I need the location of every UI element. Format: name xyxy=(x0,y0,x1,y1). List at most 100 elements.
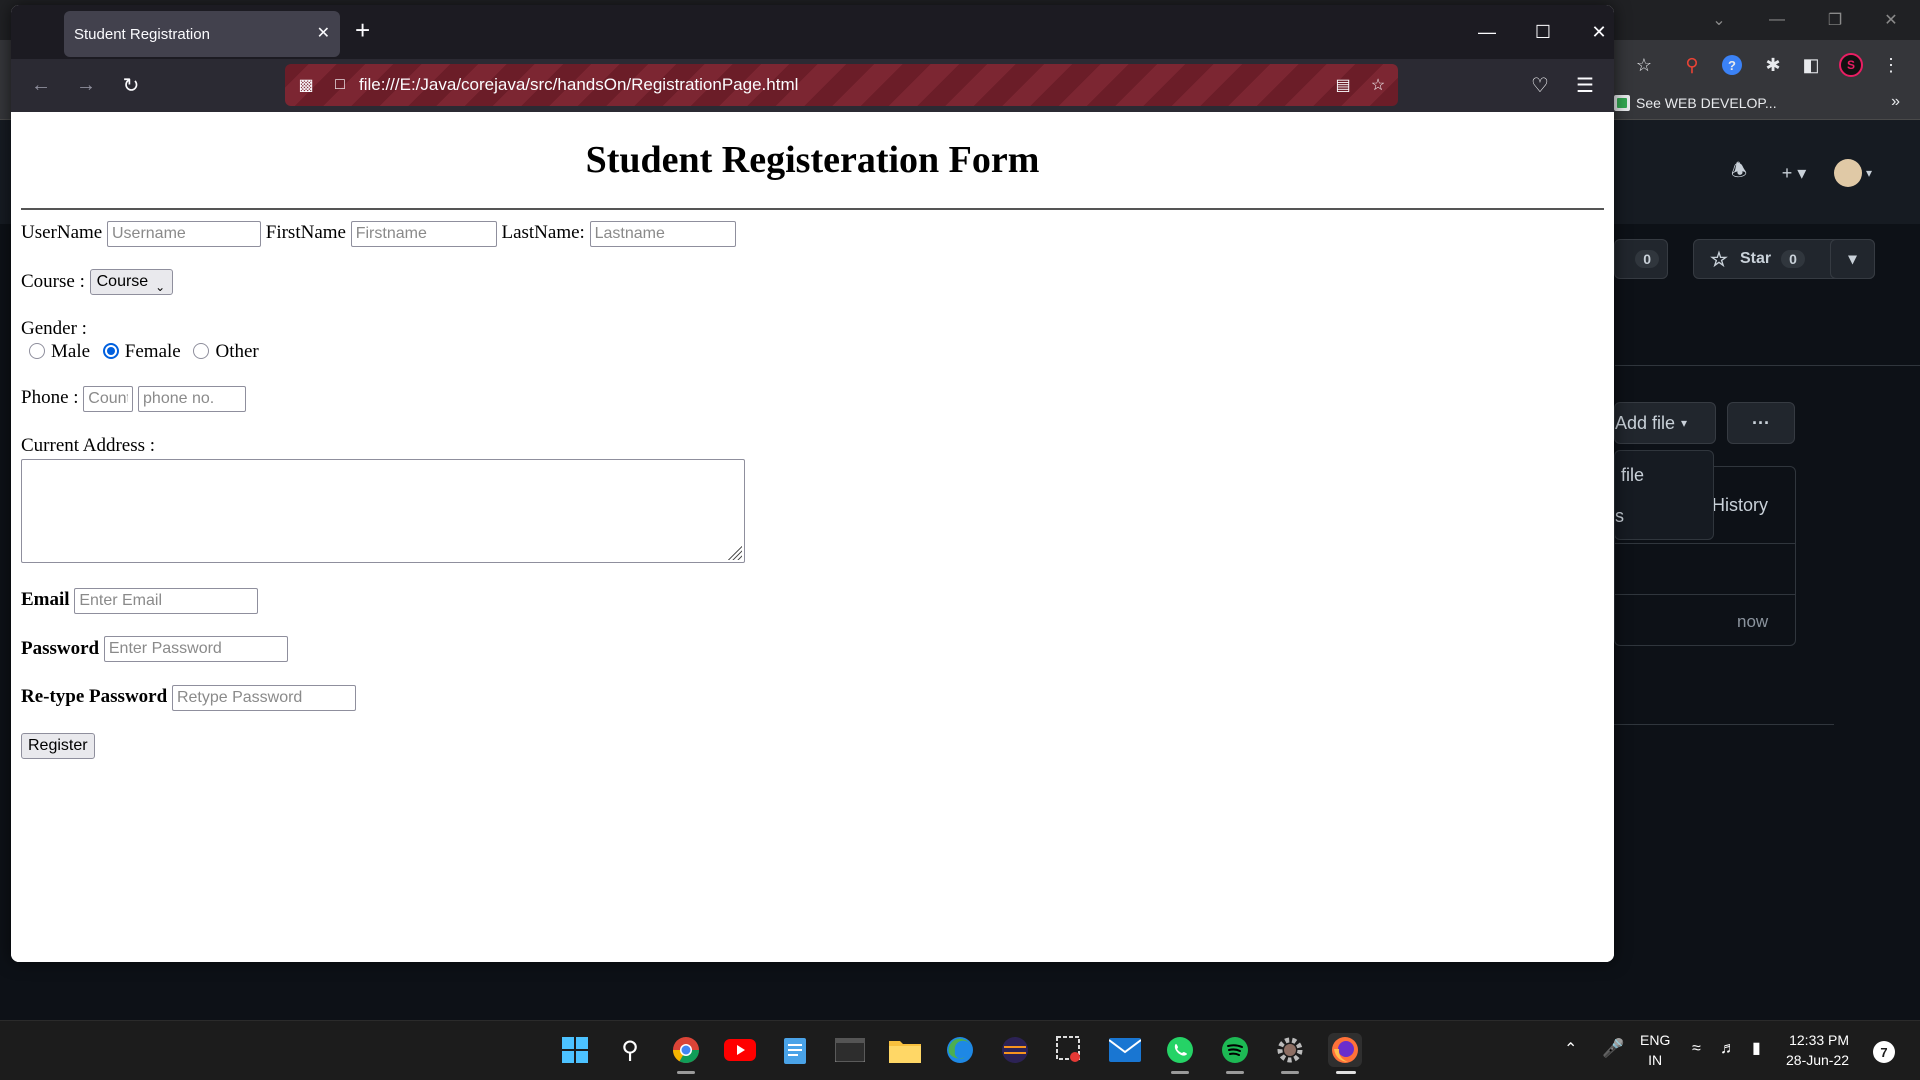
terminal-icon[interactable] xyxy=(833,1033,867,1067)
language-indicator[interactable]: ENG IN xyxy=(1640,1030,1670,1070)
star-dropdown-button[interactable]: ▾ xyxy=(1830,239,1875,279)
notification-badge[interactable]: 7 xyxy=(1873,1041,1895,1063)
email-row: Email xyxy=(21,587,1604,614)
register-row: Register xyxy=(21,733,1604,760)
bookmark-item[interactable]: See WEB DEVELOP... xyxy=(1614,95,1777,111)
profile-avatar[interactable]: S xyxy=(1838,52,1864,78)
url-bar[interactable]: ▩ □ file:///E:/Java/corejava/src/handsOn… xyxy=(285,64,1398,106)
windows-start-icon[interactable] xyxy=(558,1033,592,1067)
register-button[interactable]: Register xyxy=(21,733,95,760)
pocket-icon[interactable]: ♡ xyxy=(1524,69,1556,101)
region-text: IN xyxy=(1648,1052,1663,1068)
new-tab-icon[interactable]: + xyxy=(355,15,370,45)
course-select[interactable]: Course ⌄ xyxy=(89,269,174,296)
close-icon[interactable]: ✕ xyxy=(1862,0,1920,40)
eclipse-icon[interactable] xyxy=(998,1033,1032,1067)
lastname-input[interactable] xyxy=(589,220,736,247)
address-label: Current Address : xyxy=(21,434,156,456)
youtube-icon[interactable] xyxy=(723,1033,757,1067)
create-new-icon[interactable]: + ▾ xyxy=(1774,160,1814,186)
star-icon[interactable]: ☆ xyxy=(1631,52,1657,78)
minimize-icon[interactable]: — xyxy=(1459,5,1515,59)
gender-other-radio[interactable] xyxy=(193,342,210,359)
side-panel-icon[interactable]: ◧ xyxy=(1798,52,1824,78)
close-tab-icon[interactable]: ✕ xyxy=(317,23,330,43)
caret-down-icon: ▾ xyxy=(1681,416,1688,430)
username-input[interactable] xyxy=(107,220,261,247)
password-row: Password xyxy=(21,636,1604,663)
star-label: Star xyxy=(1739,250,1772,267)
puzzle-icon[interactable]: ✱ xyxy=(1760,52,1786,78)
microphone-icon[interactable]: 🎤 xyxy=(1602,1038,1624,1058)
email-input[interactable] xyxy=(74,587,259,614)
phone-row: Phone : xyxy=(21,385,1604,412)
file-explorer-icon[interactable] xyxy=(888,1033,922,1067)
back-arrow-icon[interactable]: ← xyxy=(25,69,57,101)
gender-male-label: Male xyxy=(51,341,91,363)
course-selected-value: Course xyxy=(96,273,149,291)
kebab-menu-icon[interactable]: ⋮ xyxy=(1878,52,1904,78)
mail-icon[interactable] xyxy=(1108,1033,1142,1067)
gender-other-label: Other xyxy=(215,341,259,363)
hamburger-menu-icon[interactable]: ☰ xyxy=(1569,69,1601,101)
bell-icon[interactable]: 🕭 xyxy=(1726,160,1752,186)
retype-password-input[interactable] xyxy=(171,684,356,711)
battery-icon[interactable]: ▮ xyxy=(1752,1039,1761,1059)
chevron-up-icon[interactable]: ⌃ xyxy=(1564,1040,1577,1060)
edge-icon[interactable] xyxy=(943,1033,977,1067)
more-options-button[interactable]: ··· xyxy=(1727,402,1795,444)
user-avatar[interactable]: ▾ xyxy=(1830,159,1876,187)
bookmark-favicon-icon xyxy=(1614,95,1630,111)
menu-item-upload-files[interactable]: s xyxy=(1615,506,1624,527)
remote-control-icon[interactable]: ▩ xyxy=(295,74,317,96)
address-textarea[interactable] xyxy=(21,458,745,563)
page-content: Student Registeration Form UserName Firs… xyxy=(11,112,1614,962)
wifi-icon[interactable]: ≈ xyxy=(1692,1039,1701,1059)
chrome-icon[interactable] xyxy=(669,1033,703,1067)
page-info-icon[interactable]: □ xyxy=(329,74,351,96)
history-link[interactable]: History xyxy=(1712,495,1768,516)
url-text[interactable]: file:///E:/Java/corejava/src/handsOn/Reg… xyxy=(359,75,798,95)
tab-title: Student Registration xyxy=(74,25,210,43)
settings-running-indicator xyxy=(1281,1071,1299,1074)
maximize-icon[interactable]: ☐ xyxy=(1515,5,1571,59)
phone-input[interactable] xyxy=(138,385,247,412)
snipping-tool-icon[interactable] xyxy=(1053,1033,1087,1067)
bookmark-label: See WEB DEVELOP... xyxy=(1636,95,1777,111)
gender-male-radio[interactable] xyxy=(29,342,45,359)
notepad-icon[interactable] xyxy=(778,1033,812,1067)
add-file-button[interactable]: Add file ▾ xyxy=(1614,402,1716,444)
restore-icon[interactable]: ❐ xyxy=(1806,0,1864,40)
name-row: UserName FirstName LastName: xyxy=(21,220,1604,247)
bookmark-star-icon[interactable]: ☆ xyxy=(1367,74,1389,96)
firstname-label: FirstName xyxy=(265,222,346,243)
whatsapp-icon[interactable] xyxy=(1163,1033,1197,1067)
gender-female-radio[interactable] xyxy=(102,342,119,359)
help-extension-icon[interactable]: ? xyxy=(1719,52,1745,78)
search-extension-icon[interactable]: ⚲ xyxy=(1679,52,1705,78)
search-icon[interactable]: ⚲ xyxy=(613,1033,647,1067)
resize-handle-icon[interactable] xyxy=(726,543,742,560)
chevron-down-icon: ⌄ xyxy=(155,280,166,295)
fork-button[interactable]: 0 xyxy=(1614,239,1668,279)
tab-student-registration[interactable]: Student Registration ✕ xyxy=(64,11,340,57)
chevron-down-icon[interactable]: ⌄ xyxy=(1690,0,1748,40)
add-file-label: Add file xyxy=(1615,412,1676,433)
bookmarks-overflow-button[interactable]: » xyxy=(1891,93,1900,111)
minimize-icon[interactable]: — xyxy=(1748,0,1806,40)
volume-icon[interactable]: ♬ xyxy=(1720,1039,1736,1059)
spotify-running-indicator xyxy=(1226,1071,1244,1074)
course-row: Course : Course ⌄ xyxy=(21,269,1604,296)
forward-arrow-icon[interactable]: → xyxy=(70,69,102,101)
firstname-input[interactable] xyxy=(350,220,497,247)
spotify-icon[interactable] xyxy=(1218,1033,1252,1067)
country-code-input[interactable] xyxy=(83,385,134,412)
settings-gear-icon[interactable] xyxy=(1273,1033,1307,1067)
firefox-icon[interactable] xyxy=(1328,1033,1362,1067)
close-window-icon[interactable]: ✕ xyxy=(1571,5,1614,59)
reload-icon[interactable]: ↻ xyxy=(115,69,147,101)
menu-item-create-file[interactable]: file xyxy=(1621,465,1644,486)
password-input[interactable] xyxy=(103,636,288,663)
reader-view-icon[interactable]: ▤ xyxy=(1332,74,1354,96)
clock[interactable]: 12:33 PM 28-Jun-22 xyxy=(1786,1030,1849,1070)
